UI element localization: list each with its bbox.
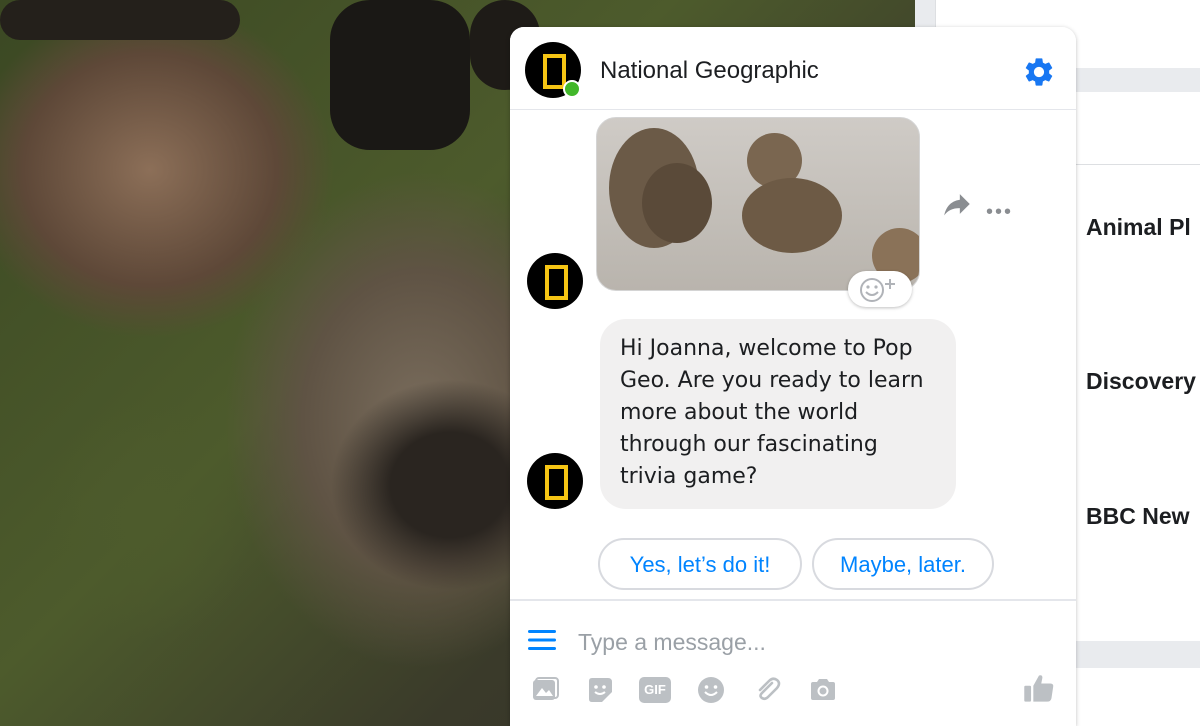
emoji-icon[interactable] bbox=[696, 675, 726, 705]
message-bubble: Hi Joanna, welcome to Pop Geo. Are you r… bbox=[600, 319, 956, 509]
like-icon[interactable] bbox=[1022, 671, 1056, 705]
add-reaction-button[interactable] bbox=[848, 271, 912, 307]
online-status-dot bbox=[563, 80, 581, 98]
page-suggestion-bbc-news[interactable]: BBC New bbox=[1086, 503, 1190, 530]
natgeo-logo-icon bbox=[545, 465, 568, 500]
gear-icon[interactable] bbox=[1022, 55, 1056, 89]
gif-icon[interactable]: GIF bbox=[639, 677, 671, 703]
more-options-icon[interactable]: ••• bbox=[986, 201, 1013, 224]
image-icon[interactable] bbox=[530, 675, 560, 705]
message-composer: GIF bbox=[510, 599, 1076, 726]
bear-shape bbox=[742, 178, 842, 253]
chat-header: National Geographic bbox=[510, 27, 1076, 110]
antler-shape bbox=[330, 0, 470, 150]
antler-shape bbox=[0, 0, 240, 40]
emoji-add-icon bbox=[860, 278, 895, 302]
chat-title[interactable]: National Geographic bbox=[600, 57, 819, 85]
message-input[interactable] bbox=[576, 621, 1020, 663]
natgeo-logo-icon bbox=[545, 265, 568, 300]
page-suggestion-animal-planet[interactable]: Animal Pl bbox=[1086, 214, 1191, 241]
natgeo-logo-icon bbox=[543, 54, 566, 89]
avatar[interactable] bbox=[527, 453, 583, 509]
chat-window: National Geographic ••• Hi Joanna, welco… bbox=[510, 27, 1076, 726]
page-suggestion-discovery[interactable]: Discovery bbox=[1086, 368, 1196, 395]
message-text: Hi Joanna, welcome to Pop Geo. Are you r… bbox=[620, 336, 924, 489]
quick-reply-maybe-button[interactable]: Maybe, later. bbox=[812, 538, 994, 590]
sticker-icon[interactable] bbox=[585, 675, 615, 705]
bear-shape bbox=[642, 163, 712, 243]
quick-reply-yes-button[interactable]: Yes, let’s do it! bbox=[598, 538, 802, 590]
attachment-icon[interactable] bbox=[752, 675, 782, 705]
camera-icon[interactable] bbox=[808, 675, 838, 705]
image-message[interactable] bbox=[596, 117, 920, 291]
avatar[interactable] bbox=[527, 253, 583, 309]
share-icon[interactable] bbox=[940, 187, 974, 221]
menu-icon[interactable] bbox=[528, 629, 556, 651]
